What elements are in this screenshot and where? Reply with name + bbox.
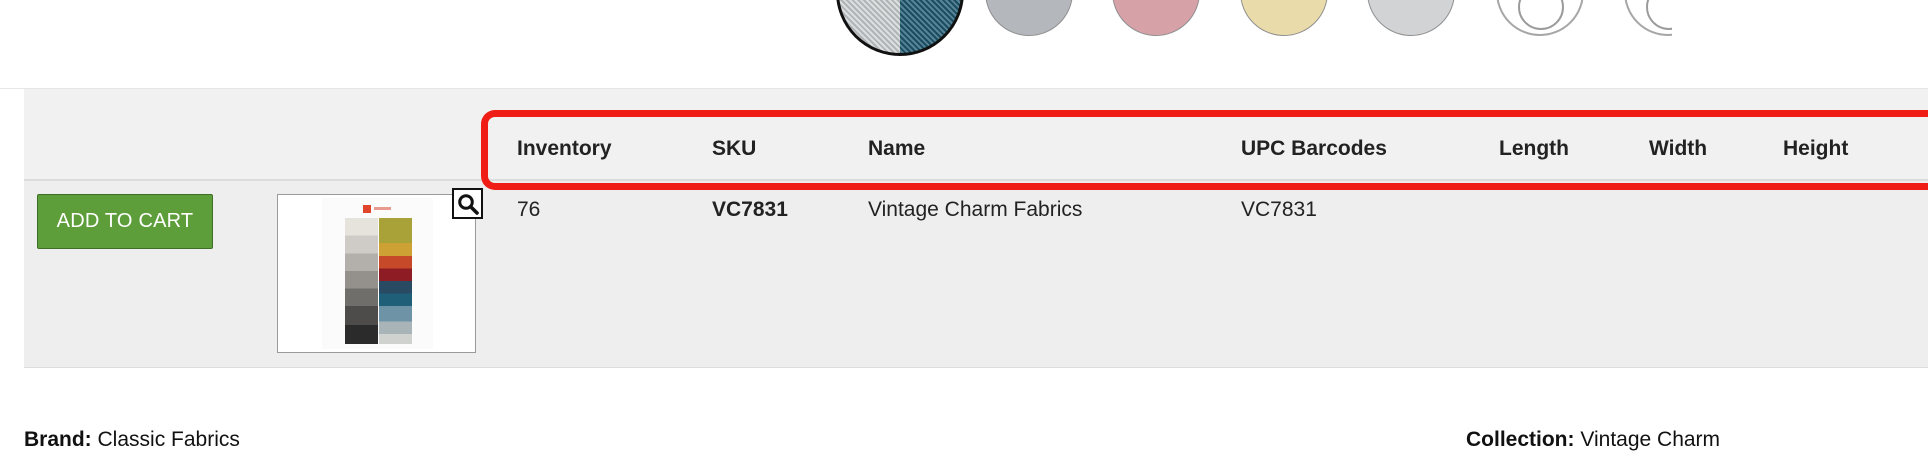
product-thumbnail[interactable] xyxy=(277,194,476,353)
brand-detail: Brand: Classic Fabrics xyxy=(24,428,240,452)
swatch-overflow-mask xyxy=(1672,0,1792,60)
swatch-column-colors xyxy=(379,218,412,344)
brand-logo-mark xyxy=(363,205,391,213)
swatch-column-neutrals xyxy=(345,218,378,344)
cell-name: Vintage Charm Fabrics xyxy=(868,198,1083,221)
swatch-selected[interactable] xyxy=(836,0,964,56)
swatch-white[interactable] xyxy=(1496,0,1584,36)
swatch-sand[interactable] xyxy=(1240,0,1328,36)
cell-sku: VC7831 xyxy=(712,198,788,221)
cell-upc: VC7831 xyxy=(1241,198,1317,221)
swatch-grey[interactable] xyxy=(985,0,1073,36)
collection-detail: Collection: Vintage Charm xyxy=(1466,428,1720,452)
cell-inventory: 76 xyxy=(517,198,541,221)
magnifier-icon xyxy=(458,194,479,215)
zoom-button[interactable] xyxy=(452,188,483,219)
table-bottom-border xyxy=(24,367,1928,368)
add-to-cart-button[interactable]: ADD TO CART xyxy=(37,194,213,249)
swatch-light-grey[interactable] xyxy=(1367,0,1455,36)
header-highlight-box xyxy=(481,110,1928,190)
swatch-card-image xyxy=(322,198,433,349)
swatch-row xyxy=(0,0,1928,60)
swatch-rose[interactable] xyxy=(1112,0,1200,36)
